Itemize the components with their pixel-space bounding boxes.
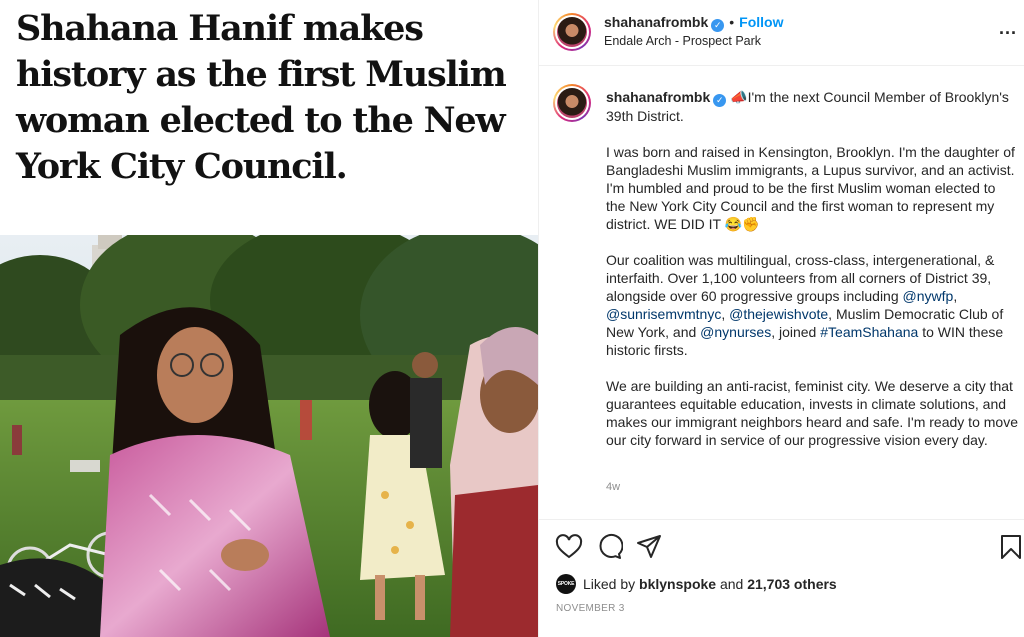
avatar[interactable] xyxy=(553,13,591,51)
caption-paragraph-2: Our coalition was multilingual, cross-cl… xyxy=(606,251,1018,359)
caption-paragraph-3: We are building an anti-racist, feminist… xyxy=(606,378,1018,448)
mention-link[interactable]: @thejewishvote xyxy=(729,306,828,322)
likes-prefix: Liked by xyxy=(583,576,636,592)
liker-username[interactable]: bklynspoke xyxy=(639,576,716,592)
action-bar: SPOKE Liked by bklynspoke and 21,703 oth… xyxy=(539,521,1024,637)
post-date: NOVEMBER 3 xyxy=(556,603,625,614)
liker-avatar[interactable]: SPOKE xyxy=(556,574,576,594)
paper-plane-icon[interactable] xyxy=(635,533,663,561)
post-header: shahanafrombk ✓ • Follow Endale Arch - Pros… xyxy=(539,0,1024,66)
separator-dot: • xyxy=(729,14,735,30)
header-user-row: shahanafrombk ✓ • Follow xyxy=(604,14,783,32)
follow-button[interactable]: Follow xyxy=(739,14,783,30)
post-panel: shahanafrombk ✓ • Follow Endale Arch - Pros… xyxy=(538,0,1024,637)
caption-paragraph-1: I was born and raised in Kensington, Bro… xyxy=(606,144,1015,232)
post-photo xyxy=(0,235,538,637)
bookmark-icon[interactable] xyxy=(997,533,1024,561)
post-timestamp[interactable]: 4w xyxy=(606,481,620,493)
hashtag-link[interactable]: #TeamShahana xyxy=(820,324,918,340)
likes-summary: SPOKE Liked by bklynspoke and 21,703 oth… xyxy=(556,574,837,594)
location-link[interactable]: Endale Arch - Prospect Park xyxy=(604,34,761,48)
caption-area: shahanafrombk ✓ 📣I'm the next Council Mem… xyxy=(539,66,1024,520)
caption-avatar[interactable] xyxy=(553,84,591,122)
caption-text: shahanafrombk ✓ 📣I'm the next Council Mem… xyxy=(606,88,1018,467)
mention-link[interactable]: @nywfp xyxy=(903,288,954,304)
header-username[interactable]: shahanafrombk xyxy=(604,14,708,30)
caption-username[interactable]: shahanafrombk xyxy=(606,89,710,105)
mention-link[interactable]: @sunrisemvmtnyc xyxy=(606,306,721,322)
heart-icon[interactable] xyxy=(555,533,583,561)
mention-link[interactable]: @nynurses xyxy=(700,324,771,340)
verified-icon: ✓ xyxy=(713,94,727,107)
headline-text: Shahana Hanif makes history as the first… xyxy=(16,8,507,187)
likes-mid: and xyxy=(719,576,744,592)
post-media[interactable]: Shahana Hanif makes history as the first… xyxy=(0,0,538,637)
caption-text-span: , xyxy=(953,288,958,304)
caption-text-span: , xyxy=(721,306,730,322)
verified-icon: ✓ xyxy=(711,19,725,32)
likes-count[interactable]: 21,703 others xyxy=(747,576,837,592)
caption-text-span: , joined xyxy=(771,324,821,340)
comment-icon[interactable] xyxy=(595,533,623,561)
more-options-icon[interactable]: ... xyxy=(999,18,1017,39)
